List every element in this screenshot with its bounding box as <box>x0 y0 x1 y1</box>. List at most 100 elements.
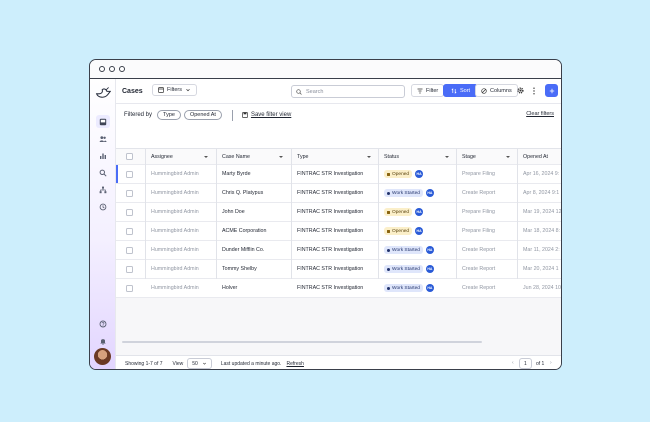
assignee-cell[interactable]: Hummingbird Admin <box>151 203 213 221</box>
showing-count: Showing 1-7 of 7 <box>125 360 163 367</box>
row-checkbox[interactable] <box>126 265 133 273</box>
filters-dropdown-button[interactable]: Filters <box>152 84 197 96</box>
row-select-cell <box>126 241 136 259</box>
row-checkbox[interactable] <box>126 208 133 216</box>
table-row[interactable]: Hummingbird Admin ACME Corporation FINTRAC… <box>116 222 561 241</box>
row-checkbox[interactable] <box>126 170 133 178</box>
filter-button[interactable]: Filter <box>411 84 445 97</box>
help-icon[interactable] <box>96 317 110 330</box>
cases-table: Assignee Case Name Type Status Stage Ope… <box>116 148 561 355</box>
case-name-cell[interactable]: Holver <box>222 279 288 297</box>
hierarchy-icon[interactable] <box>96 183 110 196</box>
history-icon[interactable] <box>96 200 110 213</box>
row-checkbox[interactable] <box>126 246 133 254</box>
type-cell: FINTRAC STR Investigation <box>297 209 364 215</box>
status-label: Work Started <box>392 266 420 272</box>
page-size-select[interactable]: 50 <box>187 358 212 369</box>
search-icon[interactable] <box>96 166 110 179</box>
column-header-stage[interactable]: Stage <box>462 149 512 164</box>
users-icon[interactable] <box>96 132 110 145</box>
type-cell: FINTRAC STR Investigation <box>297 190 364 196</box>
page-number-input[interactable]: 1 <box>519 358 532 369</box>
gear-icon[interactable] <box>517 87 524 94</box>
user-avatar[interactable] <box>94 348 111 365</box>
columns-label: Columns <box>490 87 512 94</box>
case-name-cell[interactable]: Chris Q. Platypus <box>222 184 288 202</box>
window-close-button[interactable] <box>99 66 105 72</box>
window-titlebar <box>90 60 561 79</box>
assignee-avatar[interactable]: HA <box>425 246 434 254</box>
table-row[interactable]: Hummingbird Admin Tommy Shelby FINTRAC STR… <box>116 260 561 279</box>
row-select-cell <box>126 165 136 183</box>
case-name-cell[interactable]: Tommy Shelby <box>222 260 288 278</box>
next-page-icon[interactable]: › <box>550 360 552 366</box>
filter-chip-type[interactable]: Type <box>157 110 181 120</box>
assignee-avatar[interactable]: HA <box>415 227 424 235</box>
assignee-cell[interactable]: Hummingbird Admin <box>151 279 213 297</box>
case-name-sort-icon[interactable] <box>279 156 283 158</box>
type-cell: FINTRAC STR Investigation <box>297 247 364 253</box>
assignee-cell[interactable]: Hummingbird Admin <box>151 241 213 259</box>
row-checkbox[interactable] <box>126 189 133 197</box>
status-label: Work Started <box>392 247 420 253</box>
search-input[interactable]: Search <box>291 85 405 98</box>
case-name-cell[interactable]: Marty Byrde <box>222 165 288 183</box>
view-label: View <box>172 360 184 367</box>
clear-filters-link[interactable]: Clear filters <box>526 111 554 117</box>
columns-button[interactable]: Columns <box>475 84 518 97</box>
assignee-cell[interactable]: Hummingbird Admin <box>151 222 213 240</box>
assignee-sort-icon[interactable] <box>204 156 208 158</box>
filter-chip-opened-at[interactable]: Opened At <box>183 110 222 120</box>
stage-cell: Create Report <box>462 190 496 196</box>
column-header-opened-at[interactable]: Opened At <box>523 149 561 164</box>
row-checkbox[interactable] <box>126 227 133 235</box>
case-name-cell[interactable]: ACME Corporation <box>222 222 288 240</box>
inbox-icon[interactable] <box>96 115 110 128</box>
assignee-avatar[interactable]: HA <box>415 170 424 178</box>
assignee-avatar[interactable]: HA <box>425 284 434 292</box>
type-sort-icon[interactable] <box>367 156 371 158</box>
more-icon[interactable] <box>532 87 537 95</box>
status-label: Work Started <box>392 285 420 291</box>
prev-page-icon[interactable]: ‹ <box>512 360 514 366</box>
status-dot-icon <box>387 267 390 271</box>
assignee-avatar[interactable]: HA <box>415 208 424 216</box>
table-row[interactable]: Hummingbird Admin John Doe FINTRAC STR Inv… <box>116 203 561 222</box>
table-row[interactable]: Hummingbird Admin Holver FINTRAC STR Inves… <box>116 279 561 298</box>
refresh-link[interactable]: Refresh <box>286 361 304 367</box>
table-row[interactable]: Hummingbird Admin Dunder Mifflin Co. FINTR… <box>116 241 561 260</box>
row-checkbox[interactable] <box>126 284 133 292</box>
assignee-cell[interactable]: Hummingbird Admin <box>151 260 213 278</box>
select-all-checkbox[interactable] <box>126 153 133 160</box>
save-icon <box>242 112 248 118</box>
window-maximize-button[interactable] <box>119 66 125 72</box>
add-case-button[interactable] <box>545 84 558 97</box>
assignee-avatar[interactable]: HA <box>425 265 434 273</box>
column-header-type[interactable]: Type <box>297 149 357 164</box>
sort-label: Sort <box>460 87 471 94</box>
column-header-case-name[interactable]: Case Name <box>222 149 282 164</box>
chevron-down-icon <box>202 362 206 365</box>
bell-icon[interactable] <box>96 334 110 347</box>
case-name-cell[interactable]: Dunder Mifflin Co. <box>222 241 288 259</box>
bar-chart-icon[interactable] <box>96 149 110 162</box>
folder-open-icon <box>387 172 390 176</box>
save-filter-view-link[interactable]: Save filter view <box>251 112 291 118</box>
status-sort-icon[interactable] <box>445 156 449 158</box>
horizontal-scrollbar[interactable] <box>122 341 482 343</box>
table-row[interactable]: Hummingbird Admin Marty Byrde FINTRAC STR … <box>116 165 561 184</box>
table-row[interactable]: Hummingbird Admin Chris Q. Platypus FINTRA… <box>116 184 561 203</box>
column-header-assignee[interactable]: Assignee <box>151 149 211 164</box>
row-select-cell <box>126 279 136 297</box>
window-minimize-button[interactable] <box>109 66 115 72</box>
sort-button[interactable]: Sort <box>443 84 479 97</box>
case-name-cell[interactable]: John Doe <box>222 203 288 221</box>
column-header-status[interactable]: Status <box>384 149 444 164</box>
bird-logo-icon[interactable] <box>94 85 112 101</box>
stage-sort-icon[interactable] <box>506 156 510 158</box>
assignee-cell[interactable]: Hummingbird Admin <box>151 184 213 202</box>
assignee-cell[interactable]: Hummingbird Admin <box>151 165 213 183</box>
status-badge: Work Started <box>384 284 423 292</box>
opened-at-cell: Mar 18, 2024 8: <box>523 228 561 234</box>
assignee-avatar[interactable]: HA <box>425 189 434 197</box>
